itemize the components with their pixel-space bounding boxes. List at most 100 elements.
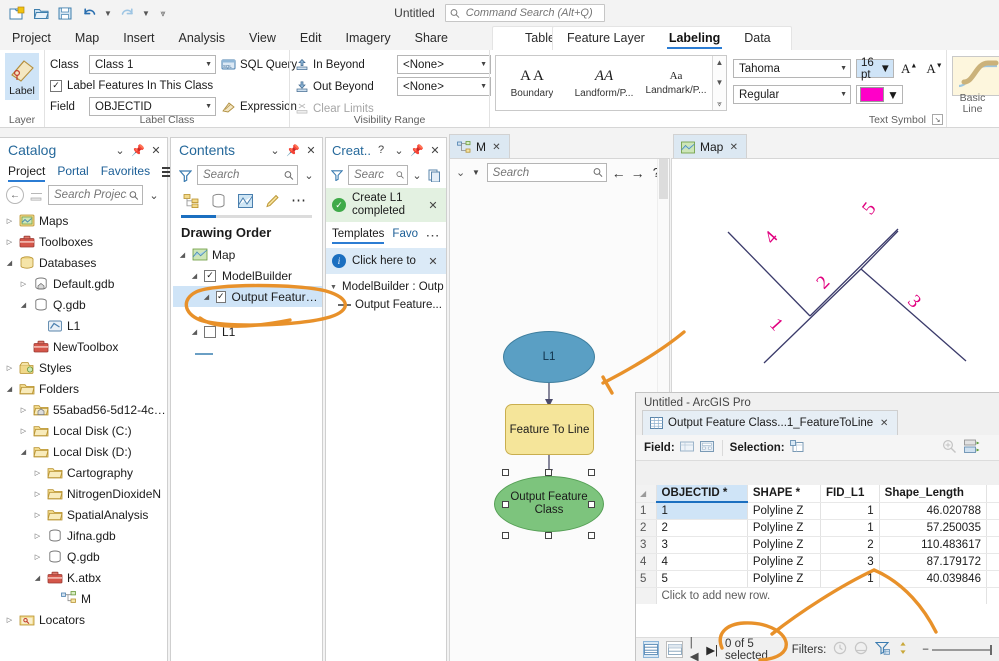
chevron-down-icon[interactable]: ▼ xyxy=(328,284,339,291)
model-search-box[interactable] xyxy=(486,163,607,182)
catalog-search-options-icon[interactable]: ⌄ xyxy=(147,186,161,204)
row-number-cell[interactable]: 2 xyxy=(636,519,657,537)
cell-objectid[interactable]: 5 xyxy=(656,570,748,588)
catalog-node-newtoolbox[interactable]: NewToolbox xyxy=(4,336,167,357)
font-color-button[interactable]: ▼ xyxy=(856,85,903,104)
catalog-node-local-disk-c-[interactable]: ▷ Local Disk (C:) xyxy=(4,420,167,441)
cell-fid-l1[interactable]: 1 xyxy=(820,502,880,520)
catalog-menu-chevron-icon[interactable]: ⌄ xyxy=(113,141,127,159)
ribbon-tab-feature-layer[interactable]: Feature Layer xyxy=(555,28,657,50)
contents-layer-checkbox[interactable] xyxy=(204,325,216,338)
create-features-menu-chevron-icon[interactable]: ⌄ xyxy=(392,141,406,159)
catalog-node-l1[interactable]: L1 xyxy=(4,315,167,336)
split-view-button[interactable] xyxy=(666,641,683,658)
cell-shape[interactable]: Polyline Z xyxy=(747,570,822,588)
table-row[interactable]: 5 5 Polyline Z 1 40.039846 xyxy=(636,570,999,588)
catalog-node-local-disk-d-[interactable]: ◢ Local Disk (D:) xyxy=(4,441,167,462)
node-handle-tr[interactable] xyxy=(588,469,595,476)
text-symbol-landmark[interactable]: Aa Landmark/P... xyxy=(640,56,712,110)
catalog-search-input[interactable] xyxy=(52,188,130,202)
cell-objectid[interactable]: 4 xyxy=(656,553,748,571)
contents-tree[interactable]: ◢ Map ◢ ✓ ModelBuilder ◢ ✓ Output Feature Class… xyxy=(171,242,322,342)
row-number-cell[interactable]: 3 xyxy=(636,536,657,554)
more-options-icon[interactable]: ⋯ xyxy=(289,192,309,210)
table-options-icon[interactable] xyxy=(964,439,981,457)
list-by-editing-icon[interactable] xyxy=(262,192,282,210)
chevron-down-icon[interactable]: ◢ xyxy=(201,293,212,301)
table-view-button[interactable] xyxy=(643,641,660,658)
cell-shape[interactable]: Polyline Z xyxy=(747,519,822,537)
in-beyond-combo[interactable]: <None> ▼ xyxy=(397,55,491,74)
nav-back-icon[interactable]: ← xyxy=(612,164,626,182)
new-project-icon[interactable] xyxy=(6,2,28,24)
create-features-tab-templates[interactable]: Templates xyxy=(332,228,385,245)
toolbar-dropdown-icon[interactable]: ▼ xyxy=(470,164,481,182)
chevron-right-icon[interactable]: ▷ xyxy=(4,364,15,372)
create-features-search-input[interactable] xyxy=(352,168,396,182)
contents-search-input[interactable] xyxy=(201,168,285,182)
ribbon-tab-map[interactable]: Map xyxy=(63,28,111,50)
list-by-data-source-icon[interactable] xyxy=(208,192,228,210)
catalog-node-m[interactable]: M xyxy=(4,588,167,609)
column-header-fid-l1[interactable]: FID_L1 xyxy=(820,485,880,503)
ribbon-tab-edit[interactable]: Edit xyxy=(288,28,334,50)
dismiss-info-icon[interactable]: ✕ xyxy=(426,252,440,270)
catalog-home-icon[interactable] xyxy=(28,189,44,201)
filter-icon[interactable] xyxy=(177,169,193,182)
table-row[interactable]: 4 4 Polyline Z 3 87.179172 xyxy=(636,553,999,571)
table-row[interactable]: 1 1 Polyline Z 1 46.020788 xyxy=(636,502,999,520)
contents-layer-checkbox[interactable]: ✓ xyxy=(216,290,226,303)
save-project-icon[interactable] xyxy=(54,2,76,24)
catalog-node-cartography[interactable]: ▷ Cartography xyxy=(4,462,167,483)
sort-icon[interactable] xyxy=(898,641,908,658)
basic-line-symbol-button[interactable] xyxy=(952,56,999,96)
column-header-shape-length[interactable]: Shape_Length xyxy=(879,485,987,503)
text-symbol-dialog-launcher[interactable]: ↘ xyxy=(932,114,943,125)
catalog-close-icon[interactable]: ✕ xyxy=(149,141,163,159)
list-by-drawing-order-icon[interactable] xyxy=(181,192,201,210)
column-header-objectid[interactable]: OBJECTID * xyxy=(656,485,748,503)
template-group-modelbuilder[interactable]: ▼ ModelBuilder : Outp xyxy=(328,278,444,296)
catalog-node-55abad56-5d12-4c33[interactable]: ▷ 55abad56-5d12-4c33 xyxy=(4,399,167,420)
filter-icon[interactable] xyxy=(330,169,344,181)
chevron-down-icon[interactable]: ◢ xyxy=(189,328,200,336)
undo-icon[interactable] xyxy=(78,2,100,24)
label-features-checkbox-row[interactable]: ✓ Label Features In This Class xyxy=(50,76,213,95)
ribbon-tab-project[interactable]: Project xyxy=(0,28,63,50)
row-number-cell[interactable]: 1 xyxy=(636,502,657,520)
ribbon-tab-insert[interactable]: Insert xyxy=(111,28,166,50)
label-class-combo[interactable]: Class 1 ▼ xyxy=(89,55,216,74)
catalog-node-toolboxes[interactable]: ▷ Toolboxes xyxy=(4,231,167,252)
create-features-search-options-icon[interactable]: ⌄ xyxy=(412,166,422,184)
catalog-node-default-gdb[interactable]: ▷ Default.gdb xyxy=(4,273,167,294)
chevron-right-icon[interactable]: ▷ xyxy=(32,469,43,477)
catalog-node-jifna-gdb[interactable]: ▷ Jifna.gdb xyxy=(4,525,167,546)
catalog-tab-project[interactable]: Project xyxy=(8,164,46,182)
attribute-table-grid-container[interactable]: ◢ OBJECTID * SHAPE * FID_L1 Shape_Length 1 1 Po… xyxy=(636,485,999,637)
filter-by-range-icon[interactable] xyxy=(854,641,868,658)
contents-search-options-icon[interactable]: ⌄ xyxy=(302,166,316,184)
contents-node-l1[interactable]: ◢ L1 xyxy=(173,321,322,342)
add-new-row-text[interactable]: Click to add new row. xyxy=(656,587,987,604)
catalog-node-spatialanalysis[interactable]: ▷ SpatialAnalysis xyxy=(4,504,167,525)
contents-node-modelbuilder[interactable]: ◢ ✓ ModelBuilder xyxy=(173,265,322,286)
row-number-cell[interactable]: 4 xyxy=(636,553,657,571)
zoom-to-selection-icon[interactable] xyxy=(942,439,957,456)
decrease-font-size-button[interactable]: A▼ xyxy=(924,61,944,77)
create-features-help-icon[interactable]: ? xyxy=(374,141,388,159)
close-icon[interactable]: ✕ xyxy=(491,138,502,156)
ribbon-tab-imagery[interactable]: Imagery xyxy=(333,28,402,50)
contents-node-map[interactable]: ◢ Map xyxy=(173,244,322,265)
basic-line-preview[interactable] xyxy=(952,56,999,96)
contents-search-box[interactable] xyxy=(197,165,298,185)
text-symbol-landform[interactable]: AA Landform/P... xyxy=(568,56,640,110)
table-row[interactable]: 2 2 Polyline Z 1 57.250035 xyxy=(636,519,999,537)
chevron-down-icon[interactable]: ◢ xyxy=(18,448,29,456)
nav-forward-icon[interactable]: → xyxy=(631,164,645,182)
chevron-right-icon[interactable]: ▷ xyxy=(32,532,43,540)
customize-qat-icon[interactable]: ⩔ xyxy=(154,2,172,24)
filter-by-extent-icon[interactable] xyxy=(874,641,891,658)
cell-shape-length[interactable]: 87.179172 xyxy=(879,553,987,571)
chevron-down-icon[interactable]: ◢ xyxy=(177,251,188,259)
next-record-icon[interactable]: ▶| xyxy=(706,643,718,657)
